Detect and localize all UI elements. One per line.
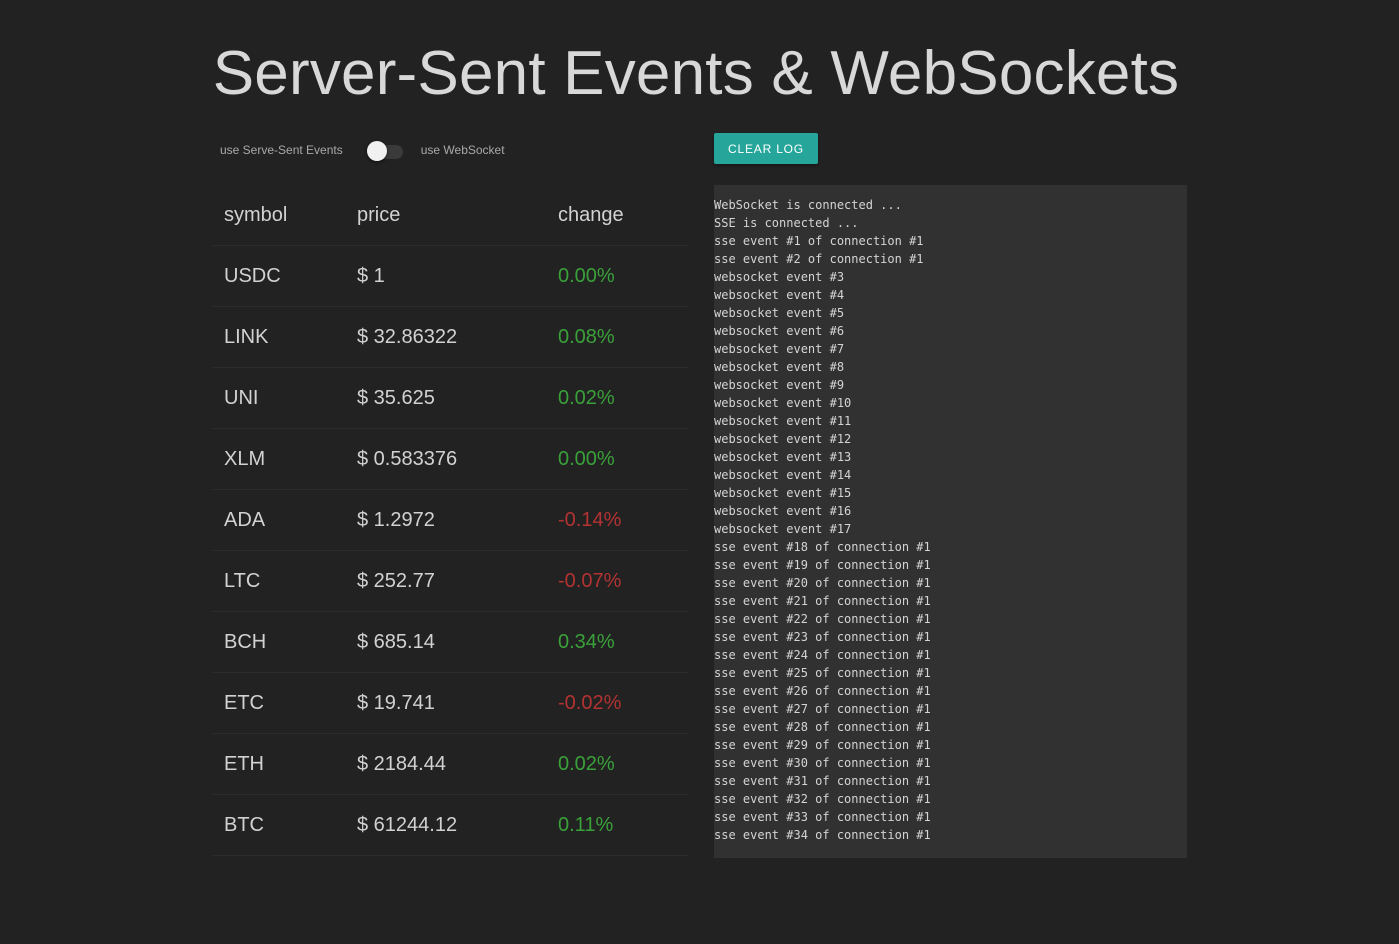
log-line: sse event #21 of connection #1 bbox=[714, 594, 931, 608]
log-line: websocket event #14 bbox=[714, 468, 852, 482]
log-line: SSE is connected ... bbox=[714, 216, 859, 230]
cell-change: -0.07% bbox=[546, 550, 688, 612]
transport-switch[interactable] bbox=[366, 139, 403, 161]
cell-change: -0.02% bbox=[546, 672, 688, 734]
log-line: websocket event #3 bbox=[714, 270, 845, 284]
websocket-label: use WebSocket bbox=[420, 143, 505, 157]
cell-symbol: ETC bbox=[212, 672, 345, 734]
switch-thumb[interactable] bbox=[366, 141, 387, 161]
cell-symbol: UNI bbox=[212, 367, 345, 429]
log-line: sse event #20 of connection #1 bbox=[714, 576, 931, 590]
cell-price: $ 1.2972 bbox=[345, 489, 546, 551]
log-line: websocket event #5 bbox=[714, 306, 845, 320]
transport-toggle-row: use Serve-Sent Events use WebSocket bbox=[220, 138, 505, 162]
table-header-row: symbol price change bbox=[212, 185, 688, 246]
log-line: sse event #23 of connection #1 bbox=[714, 630, 931, 644]
cell-price: $ 685.14 bbox=[345, 611, 546, 673]
price-rows: USDC $ 1 0.00% LINK $ 32.86322 0.08% UNI $ 35.6… bbox=[212, 245, 688, 856]
cell-price: $ 1 bbox=[345, 245, 546, 307]
log-line: websocket event #17 bbox=[714, 522, 852, 536]
header-symbol: symbol bbox=[212, 185, 345, 246]
log-line: sse event #31 of connection #1 bbox=[714, 774, 931, 788]
cell-price: $ 32.86322 bbox=[345, 306, 546, 368]
log-line: websocket event #15 bbox=[714, 486, 852, 500]
cell-symbol: XLM bbox=[212, 428, 345, 490]
table-row: BTC $ 61244.12 0.11% bbox=[212, 794, 688, 856]
price-table: symbol price change USDC $ 1 0.00% LINK $ 32… bbox=[212, 185, 688, 856]
cell-price: $ 0.583376 bbox=[345, 428, 546, 490]
table-row: USDC $ 1 0.00% bbox=[212, 245, 688, 307]
log-line: sse event #26 of connection #1 bbox=[714, 684, 931, 698]
log-line: sse event #27 of connection #1 bbox=[714, 702, 931, 716]
table-row: ETC $ 19.741 -0.02% bbox=[212, 672, 688, 734]
log-line: websocket event #12 bbox=[714, 432, 852, 446]
log-line: websocket event #10 bbox=[714, 396, 852, 410]
log-line: sse event #2 of connection #1 bbox=[714, 252, 924, 266]
log-line: sse event #1 of connection #1 bbox=[714, 234, 924, 248]
cell-price: $ 35.625 bbox=[345, 367, 546, 429]
cell-change: 0.02% bbox=[546, 367, 688, 429]
table-row: BCH $ 685.14 0.34% bbox=[212, 611, 688, 673]
log-line: sse event #33 of connection #1 bbox=[714, 810, 931, 824]
cell-price: $ 252.77 bbox=[345, 550, 546, 612]
table-row: ETH $ 2184.44 0.02% bbox=[212, 733, 688, 795]
log-line: websocket event #16 bbox=[714, 504, 852, 518]
cell-symbol: LTC bbox=[212, 550, 345, 612]
log-line: sse event #24 of connection #1 bbox=[714, 648, 931, 662]
cell-symbol: BCH bbox=[212, 611, 345, 673]
log-line: WebSocket is connected ... bbox=[714, 198, 902, 212]
cell-change: 0.00% bbox=[546, 245, 688, 307]
header-price: price bbox=[345, 185, 546, 246]
cell-change: 0.08% bbox=[546, 306, 688, 368]
cell-price: $ 2184.44 bbox=[345, 733, 546, 795]
log-line: sse event #19 of connection #1 bbox=[714, 558, 931, 572]
log-line: sse event #30 of connection #1 bbox=[714, 756, 931, 770]
cell-price: $ 61244.12 bbox=[345, 794, 546, 856]
cell-change: -0.14% bbox=[546, 489, 688, 551]
cell-change: 0.00% bbox=[546, 428, 688, 490]
event-log: WebSocket is connected ... SSE is connect… bbox=[714, 185, 1187, 858]
cell-symbol: BTC bbox=[212, 794, 345, 856]
log-line: sse event #32 of connection #1 bbox=[714, 792, 931, 806]
cell-symbol: ADA bbox=[212, 489, 345, 551]
table-row: ADA $ 1.2972 -0.14% bbox=[212, 489, 688, 551]
table-row: LTC $ 252.77 -0.07% bbox=[212, 550, 688, 612]
log-line: sse event #34 of connection #1 bbox=[714, 828, 931, 842]
log-line: websocket event #9 bbox=[714, 378, 845, 392]
log-line: websocket event #7 bbox=[714, 342, 845, 356]
clear-log-button[interactable]: CLEAR LOG bbox=[714, 133, 818, 164]
cell-price: $ 19.741 bbox=[345, 672, 546, 734]
log-line: websocket event #13 bbox=[714, 450, 852, 464]
log-line: sse event #29 of connection #1 bbox=[714, 738, 931, 752]
cell-change: 0.11% bbox=[546, 794, 688, 856]
cell-change: 0.34% bbox=[546, 611, 688, 673]
log-line: websocket event #6 bbox=[714, 324, 845, 338]
cell-change: 0.02% bbox=[546, 733, 688, 795]
page-title: Server-Sent Events & WebSockets bbox=[212, 39, 1180, 108]
log-line: websocket event #8 bbox=[714, 360, 845, 374]
table-row: LINK $ 32.86322 0.08% bbox=[212, 306, 688, 368]
table-row: XLM $ 0.583376 0.00% bbox=[212, 428, 688, 490]
log-line: sse event #25 of connection #1 bbox=[714, 666, 931, 680]
header-change: change bbox=[546, 185, 688, 246]
log-line: sse event #28 of connection #1 bbox=[714, 720, 931, 734]
cell-symbol: USDC bbox=[212, 245, 345, 307]
sse-label: use Serve-Sent Events bbox=[220, 143, 343, 157]
cell-symbol: LINK bbox=[212, 306, 345, 368]
log-line: sse event #18 of connection #1 bbox=[714, 540, 931, 554]
log-line: sse event #22 of connection #1 bbox=[714, 612, 931, 626]
table-row: UNI $ 35.625 0.02% bbox=[212, 367, 688, 429]
cell-symbol: ETH bbox=[212, 733, 345, 795]
log-line: websocket event #4 bbox=[714, 288, 845, 302]
log-line: websocket event #11 bbox=[714, 414, 852, 428]
